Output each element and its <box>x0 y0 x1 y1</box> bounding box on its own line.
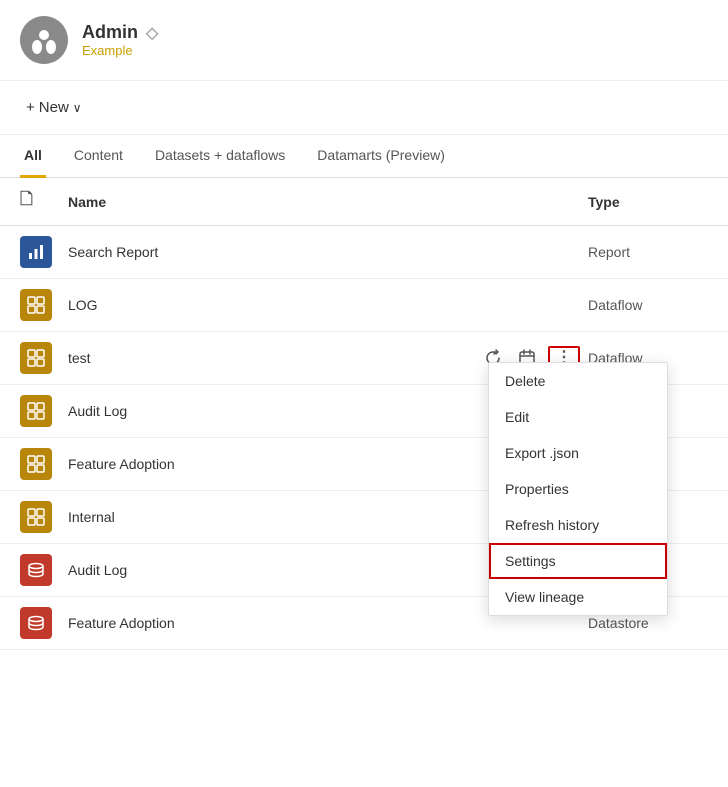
avatar-icon <box>29 25 59 55</box>
tab-content[interactable]: Content <box>70 135 127 178</box>
table-row[interactable]: test ⋮ Dataflow DeleteEditExport .jsonPr… <box>0 332 728 385</box>
row-type: Datastore <box>588 615 708 631</box>
header: Admin ◇ Example <box>0 0 728 81</box>
table-rows: Search Report Report LOG Dataflow test <box>0 226 728 650</box>
dataflow-icon <box>20 289 52 321</box>
name-header-label: Name <box>68 194 106 210</box>
row-name: test <box>68 350 480 366</box>
datastore-icon <box>20 554 52 586</box>
dataflow-icon <box>20 448 52 480</box>
row-type: Dataflow <box>588 297 708 313</box>
dataflow-icon <box>20 501 52 533</box>
table-row[interactable]: LOG Dataflow <box>0 279 728 332</box>
menu-item-edit[interactable]: Edit <box>489 399 667 435</box>
row-icon <box>20 236 68 268</box>
report-icon <box>20 236 52 268</box>
datastore-icon <box>20 607 52 639</box>
col-name-header: Name <box>68 194 588 210</box>
row-icon <box>20 395 68 427</box>
row-icon <box>20 342 68 374</box>
dataflow-icon <box>20 342 52 374</box>
row-icon <box>20 607 68 639</box>
tab-datasets[interactable]: Datasets + dataflows <box>151 135 289 178</box>
row-type: Report <box>588 244 708 260</box>
diamond-icon: ◇ <box>146 23 158 43</box>
menu-item-view-lineage[interactable]: View lineage <box>489 579 667 615</box>
header-title-row: Admin ◇ <box>82 22 158 43</box>
table-container: 🗋 Name Type Search Report Report LOG Dat… <box>0 178 728 650</box>
row-name: Feature Adoption <box>68 615 588 631</box>
dataflow-icon <box>20 395 52 427</box>
workspace-name: Admin <box>82 22 138 43</box>
row-icon <box>20 554 68 586</box>
menu-item-delete[interactable]: Delete <box>489 363 667 399</box>
toolbar: + New ∨ <box>0 81 728 135</box>
tab-datamarts[interactable]: Datamarts (Preview) <box>313 135 449 178</box>
header-info: Admin ◇ Example <box>82 22 158 58</box>
col-icon-header: 🗋 <box>20 188 68 215</box>
col-type-header: Type <box>588 194 708 210</box>
avatar <box>20 16 68 64</box>
menu-item-settings[interactable]: Settings <box>489 543 667 579</box>
dropdown-menu: DeleteEditExport .jsonPropertiesRefresh … <box>488 362 668 616</box>
table-header: 🗋 Name Type <box>0 178 728 226</box>
page-icon: 🗋 <box>20 191 33 208</box>
menu-item-properties[interactable]: Properties <box>489 471 667 507</box>
row-name: Search Report <box>68 244 588 260</box>
workspace-subtitle[interactable]: Example <box>82 43 158 58</box>
chevron-down-icon: ∨ <box>73 101 82 115</box>
menu-item-refresh-history[interactable]: Refresh history <box>489 507 667 543</box>
row-icon <box>20 448 68 480</box>
row-name: LOG <box>68 297 588 313</box>
row-icon <box>20 501 68 533</box>
plus-icon: + <box>26 99 35 116</box>
table-row[interactable]: Search Report Report <box>0 226 728 279</box>
tab-all[interactable]: All <box>20 135 46 178</box>
new-label: New <box>39 99 69 116</box>
menu-item-export-json[interactable]: Export .json <box>489 435 667 471</box>
type-header-label: Type <box>588 194 620 210</box>
new-button[interactable]: + New ∨ <box>20 95 88 120</box>
tabs-bar: All Content Datasets + dataflows Datamarts … <box>0 135 728 178</box>
row-icon <box>20 289 68 321</box>
